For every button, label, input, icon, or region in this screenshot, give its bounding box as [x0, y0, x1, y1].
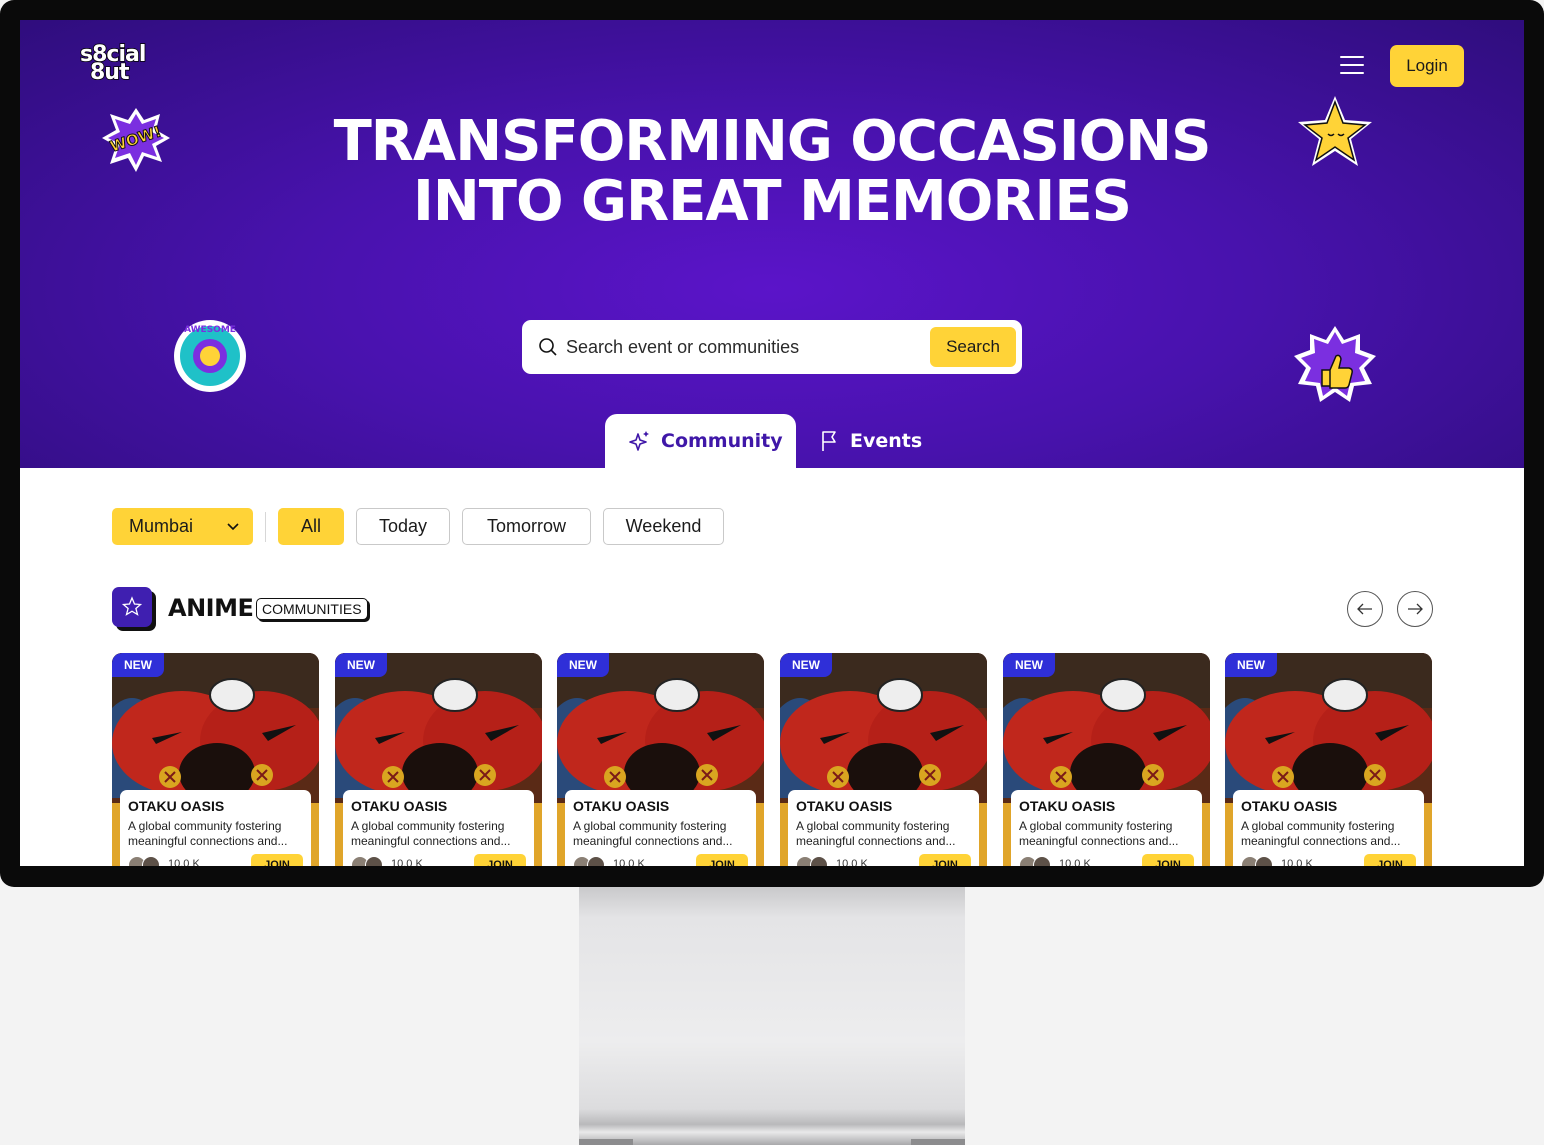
join-button[interactable]: JOIN — [919, 854, 971, 866]
tab-community[interactable]: Community — [605, 414, 796, 468]
section-title: ANIME — [168, 594, 254, 622]
community-card[interactable]: NEW OTAKU OASIS A global community foste… — [1225, 653, 1432, 866]
card-info-panel: OTAKU OASIS A global community fostering… — [788, 790, 979, 866]
arrow-right-icon — [1408, 603, 1423, 615]
card-info-panel: OTAKU OASIS A global community fostering… — [1233, 790, 1424, 866]
tab-community-label: Community — [661, 430, 783, 452]
chip-all[interactable]: All — [278, 508, 344, 545]
card-footer: 10.0 K JOIN — [128, 854, 303, 866]
prev-arrow-button[interactable] — [1347, 591, 1383, 627]
logo[interactable]: s8cial 8ut — [79, 43, 160, 86]
member-count: 10.0 K — [391, 858, 423, 866]
search-input[interactable] — [566, 330, 926, 364]
new-badge: NEW — [1003, 653, 1055, 677]
member-avatars — [128, 856, 162, 866]
card-title: OTAKU OASIS — [351, 798, 448, 814]
card-title: OTAKU OASIS — [573, 798, 670, 814]
card-title: OTAKU OASIS — [796, 798, 893, 814]
card-footer: 10.0 K JOIN — [1019, 854, 1194, 866]
member-count: 10.0 K — [836, 858, 868, 866]
join-button[interactable]: JOIN — [251, 854, 303, 866]
card-info-panel: OTAKU OASIS A global community fostering… — [565, 790, 756, 866]
thumbs-up-sticker-icon — [1294, 326, 1376, 402]
member-avatars — [1241, 856, 1275, 866]
card-description: A global community fostering meaningful … — [1019, 819, 1179, 848]
login-button[interactable]: Login — [1390, 45, 1464, 87]
hamburger-menu-icon[interactable] — [1340, 56, 1364, 76]
community-card[interactable]: NEW OTAKU OASIS A global community foste… — [112, 653, 319, 866]
card-footer: 10.0 K JOIN — [796, 854, 971, 866]
card-info-panel: OTAKU OASIS A global community fostering… — [120, 790, 311, 866]
member-avatars — [796, 856, 830, 866]
tab-events-label: Events — [850, 430, 923, 452]
community-card[interactable]: NEW OTAKU OASIS A global community foste… — [780, 653, 987, 866]
next-arrow-button[interactable] — [1397, 591, 1433, 627]
tab-events[interactable]: Events — [816, 414, 936, 468]
star-sticker-icon — [1298, 96, 1372, 166]
hero-title: TRANSFORMING OCCASIONS INTO GREAT MEMORI… — [333, 109, 1212, 234]
member-avatars — [1019, 856, 1053, 866]
city-dropdown[interactable]: Mumbai — [112, 508, 253, 545]
card-description: A global community fostering meaningful … — [1241, 819, 1401, 848]
member-count: 10.0 K — [168, 858, 200, 866]
member-avatars — [351, 856, 385, 866]
logo-line-2: 8ut — [89, 60, 130, 85]
flag-icon — [822, 431, 836, 451]
member-count: 10.0 K — [1059, 858, 1091, 866]
join-button[interactable]: JOIN — [1364, 854, 1416, 866]
join-button[interactable]: JOIN — [474, 854, 526, 866]
chip-tomorrow[interactable]: Tomorrow — [462, 508, 591, 545]
chip-today[interactable]: Today — [356, 508, 450, 545]
community-card[interactable]: NEW OTAKU OASIS A global community foste… — [1003, 653, 1210, 866]
filter-divider — [265, 512, 266, 542]
card-footer: 10.0 K JOIN — [351, 854, 526, 866]
card-info-panel: OTAKU OASIS A global community fostering… — [1011, 790, 1202, 866]
member-avatars — [573, 856, 607, 866]
card-description: A global community fostering meaningful … — [796, 819, 956, 848]
new-badge: NEW — [1225, 653, 1277, 677]
monitor-stand — [579, 887, 965, 1145]
card-info-panel: OTAKU OASIS A global community fostering… — [343, 790, 534, 866]
awesome-sticker-icon: AWESOME — [174, 320, 246, 392]
card-description: A global community fostering meaningful … — [573, 819, 733, 848]
svg-text:AWESOME: AWESOME — [184, 325, 236, 335]
hero-banner: s8cial 8ut Login WOW! AWESOME TRANSFORMI… — [20, 20, 1524, 468]
card-title: OTAKU OASIS — [1019, 798, 1116, 814]
new-badge: NEW — [557, 653, 609, 677]
card-title: OTAKU OASIS — [128, 798, 225, 814]
arrow-left-icon — [1357, 603, 1372, 615]
new-badge: NEW — [335, 653, 387, 677]
member-count: 10.0 K — [1281, 858, 1313, 866]
member-count: 10.0 K — [613, 858, 645, 866]
search-bar: Search — [522, 320, 1022, 374]
chevron-down-icon — [227, 523, 239, 531]
new-badge: NEW — [780, 653, 832, 677]
sparkles-icon — [629, 431, 649, 451]
section-badge: COMMUNITIES — [256, 598, 368, 620]
anime-star-icon — [121, 596, 143, 616]
search-icon — [539, 338, 557, 356]
community-card[interactable]: NEW OTAKU OASIS A global community foste… — [335, 653, 542, 866]
community-card[interactable]: NEW OTAKU OASIS A global community foste… — [557, 653, 764, 866]
join-button[interactable]: JOIN — [696, 854, 748, 866]
category-icon — [112, 587, 152, 627]
city-dropdown-value: Mumbai — [129, 516, 194, 536]
monitor-frame: s8cial 8ut Login WOW! AWESOME TRANSFORMI… — [0, 0, 1544, 887]
wow-sticker-icon: WOW! — [102, 108, 170, 172]
card-footer: 10.0 K JOIN — [573, 854, 748, 866]
card-description: A global community fostering meaningful … — [351, 819, 511, 848]
card-footer: 10.0 K JOIN — [1241, 854, 1416, 866]
card-title: OTAKU OASIS — [1241, 798, 1338, 814]
card-description: A global community fostering meaningful … — [128, 819, 288, 848]
new-badge: NEW — [112, 653, 164, 677]
join-button[interactable]: JOIN — [1142, 854, 1194, 866]
screen: s8cial 8ut Login WOW! AWESOME TRANSFORMI… — [20, 20, 1524, 866]
chip-weekend[interactable]: Weekend — [603, 508, 724, 545]
search-button[interactable]: Search — [930, 327, 1016, 367]
